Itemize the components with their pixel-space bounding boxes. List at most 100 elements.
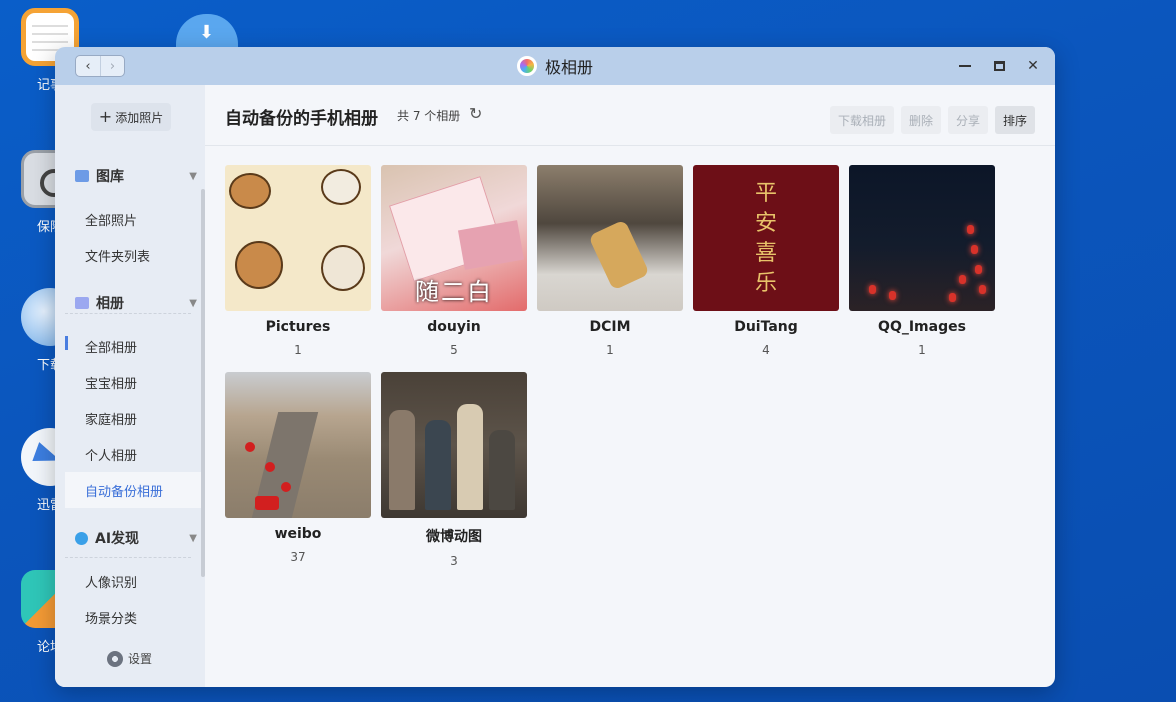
- title-bar: ‹ › 极相册 ✕: [55, 47, 1055, 85]
- app-logo-icon: [516, 56, 537, 76]
- add-photo-label: 添加照片: [115, 110, 164, 125]
- window-title: 极相册: [544, 58, 593, 77]
- add-photo-button[interactable]: + 添加照片: [91, 103, 171, 131]
- minimize-icon: [959, 65, 971, 67]
- photo-album-window: ‹ › 极相册 ✕ + 添加照片 图库 ▼ 全部照片 文件夹列表 相册 ▼ 全部…: [55, 47, 1055, 687]
- section-albums[interactable]: 相册 ▼: [75, 292, 197, 314]
- thumb-art: [321, 169, 361, 205]
- delete-button[interactable]: 删除: [900, 106, 941, 134]
- album-folder-icon: [75, 297, 89, 309]
- album-card[interactable]: Pictures 1: [225, 165, 371, 372]
- section-title: 相册: [96, 296, 124, 312]
- chevron-down-icon: ▼: [189, 170, 197, 182]
- caption-char: 乐: [754, 271, 777, 296]
- thumb-art: [588, 219, 650, 291]
- maximize-button[interactable]: [991, 58, 1007, 74]
- album-name: QQ_Images: [878, 319, 966, 335]
- thumbnail-caption: 平安喜乐: [693, 179, 839, 299]
- plus-icon: +: [98, 107, 113, 126]
- sidebar-item-auto-backup-album[interactable]: 自动备份相册: [65, 472, 201, 508]
- chevron-down-icon: ▼: [189, 297, 197, 309]
- refresh-icon[interactable]: ↻: [469, 104, 482, 123]
- thumb-art: [321, 245, 365, 291]
- sidebar-item-all-albums[interactable]: 全部相册: [65, 328, 201, 364]
- album-name: DuiTang: [734, 319, 798, 335]
- caption-char: 安: [754, 211, 777, 236]
- minimize-button[interactable]: [957, 58, 973, 74]
- album-name: Pictures: [265, 319, 331, 335]
- thumb-art: [245, 442, 255, 452]
- album-card[interactable]: 随二白 douyin 5: [381, 165, 527, 372]
- section-title: 图库: [96, 169, 124, 185]
- thumb-art: [457, 404, 483, 510]
- share-button[interactable]: 分享: [947, 106, 988, 134]
- album-thumbnail: [849, 165, 995, 311]
- album-grid: Pictures 1 随二白 douyin 5 DCIM 1 平 安 喜 乐 D…: [225, 165, 995, 579]
- thumb-art: [235, 241, 283, 289]
- toolbar: 下载相册 删除 分享 排序: [829, 106, 1035, 134]
- sidebar-item-scene-classification[interactable]: 场景分类: [65, 599, 201, 635]
- album-photo-count: 4: [762, 343, 770, 357]
- sidebar: + 添加照片 图库 ▼ 全部照片 文件夹列表 相册 ▼ 全部相册 宝宝相册 家庭…: [55, 85, 205, 687]
- thumb-art: [979, 285, 986, 294]
- close-button[interactable]: ✕: [1025, 58, 1041, 74]
- section-gallery[interactable]: 图库 ▼: [75, 165, 197, 187]
- thumb-art: [967, 225, 974, 234]
- album-thumbnail: [537, 165, 683, 311]
- thumb-art: [971, 245, 978, 254]
- sidebar-item-family-album[interactable]: 家庭相册: [65, 400, 201, 436]
- album-photo-count: 37: [290, 550, 306, 564]
- album-card[interactable]: DCIM 1: [537, 165, 683, 372]
- sort-button[interactable]: 排序: [994, 106, 1035, 134]
- gallery-icon: [75, 170, 89, 182]
- thumb-art: [229, 173, 271, 209]
- album-photo-count: 1: [918, 343, 926, 357]
- thumbnail-caption: 随二白: [415, 278, 493, 306]
- sidebar-divider: [65, 557, 191, 558]
- album-name: douyin: [427, 319, 481, 335]
- sidebar-item-folder-list[interactable]: 文件夹列表: [65, 237, 201, 273]
- settings-label: 设置: [128, 652, 153, 666]
- window-title-area: 极相册: [55, 47, 1055, 85]
- thumb-art: [255, 496, 279, 510]
- album-photo-count: 5: [450, 343, 458, 357]
- gear-icon: [107, 650, 123, 667]
- thumb-art: [975, 265, 982, 274]
- album-name: DCIM: [589, 319, 631, 335]
- thumb-art: [489, 430, 515, 510]
- album-thumbnail: [225, 372, 371, 518]
- album-photo-count: 3: [450, 554, 458, 568]
- main-header: 自动备份的手机相册 共 7 个相册 ↻ 下载相册 删除 分享 排序: [205, 85, 1055, 146]
- settings-button[interactable]: 设置: [107, 650, 152, 667]
- album-count-text: 共 7 个相册: [397, 109, 461, 123]
- thumb-art: [389, 410, 415, 510]
- section-ai-discover[interactable]: AI发现 ▼: [75, 527, 197, 549]
- album-photo-count: 1: [606, 343, 614, 357]
- thumb-art: [265, 462, 275, 472]
- window-controls: ✕: [957, 47, 1041, 85]
- sidebar-item-face-recognition[interactable]: 人像识别: [65, 563, 201, 599]
- album-card[interactable]: 平安喜乐 DuiTang 4: [693, 165, 839, 372]
- album-card[interactable]: QQ_Images 1: [849, 165, 995, 372]
- album-card[interactable]: weibo 37: [225, 372, 371, 579]
- thumb-art: [949, 293, 956, 302]
- thumb-art: [959, 275, 966, 284]
- thumb-art: [281, 482, 291, 492]
- sidebar-item-all-photos[interactable]: 全部照片: [65, 201, 201, 237]
- album-card[interactable]: 微博动图 3: [381, 372, 527, 579]
- album-thumbnail: 平安喜乐: [693, 165, 839, 311]
- album-thumbnail: [381, 372, 527, 518]
- caption-char: 喜: [754, 241, 777, 266]
- chevron-down-icon: ▼: [189, 532, 197, 544]
- sidebar-item-baby-album[interactable]: 宝宝相册: [65, 364, 201, 400]
- download-album-button[interactable]: 下载相册: [829, 106, 894, 134]
- album-photo-count: 1: [294, 343, 302, 357]
- sidebar-item-personal-album[interactable]: 个人相册: [65, 436, 201, 472]
- album-name: weibo: [274, 526, 322, 542]
- album-name: 微博动图: [426, 529, 482, 545]
- caption-char: 平: [754, 181, 777, 206]
- maximize-icon: [993, 61, 1005, 71]
- page-title: 自动备份的手机相册: [225, 109, 378, 129]
- thumb-art: [889, 291, 896, 300]
- album-thumbnail: 随二白: [381, 165, 527, 311]
